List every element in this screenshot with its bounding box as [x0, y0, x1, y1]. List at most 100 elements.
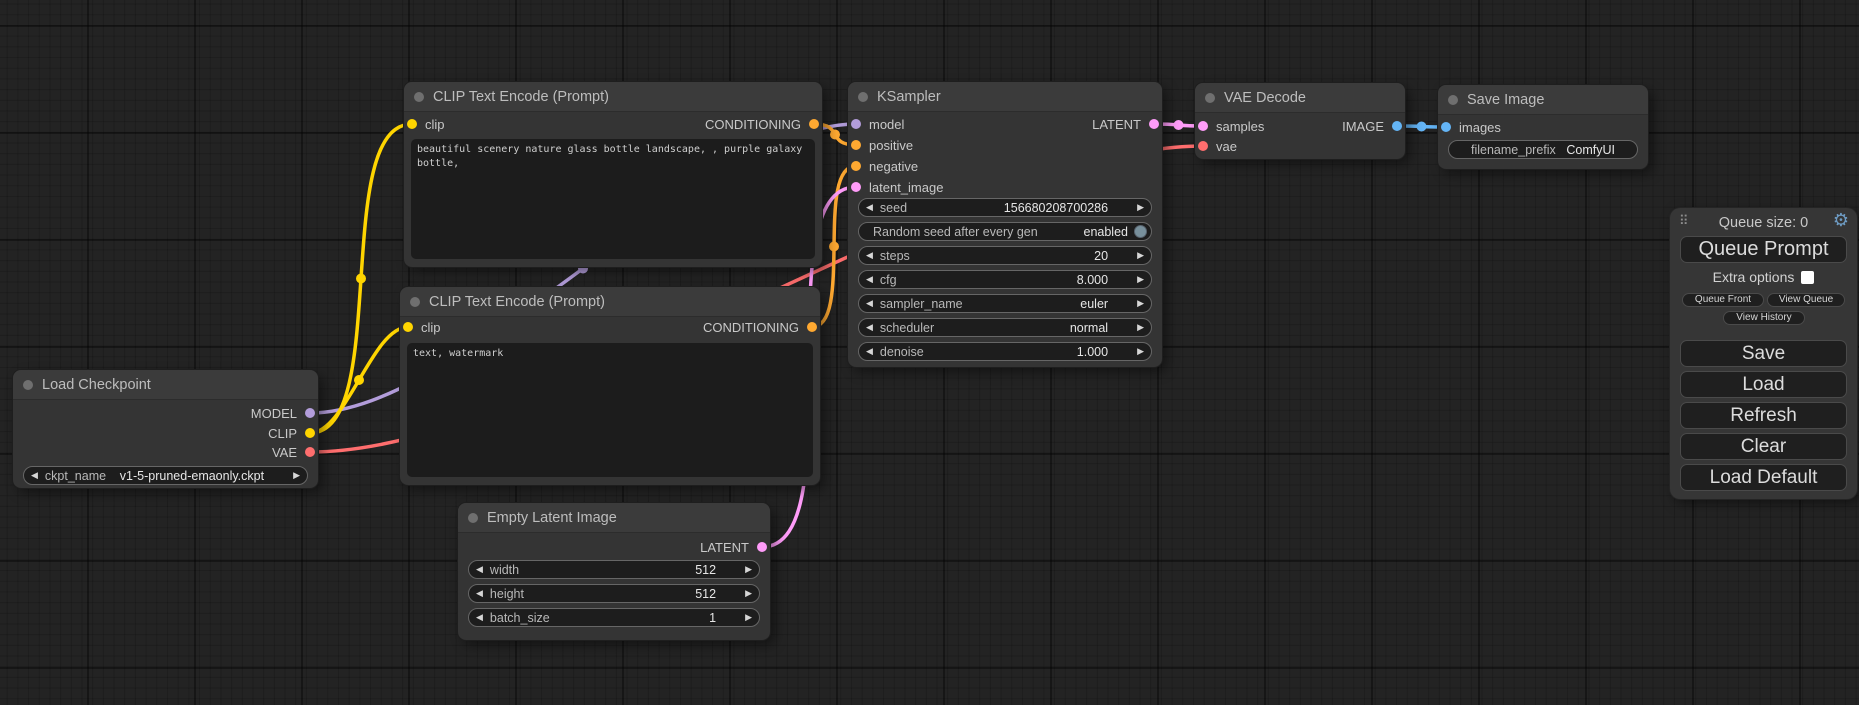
- decrement-arrow-icon[interactable]: ◀: [859, 247, 880, 264]
- widget-value[interactable]: 1: [709, 611, 716, 625]
- input-slot-latent-image[interactable]: [851, 182, 861, 192]
- input-slot-model[interactable]: [851, 119, 861, 129]
- gear-icon[interactable]: ⚙: [1833, 210, 1849, 231]
- output-slot-latent[interactable]: [757, 542, 767, 552]
- decrement-arrow-icon[interactable]: ◀: [469, 609, 490, 626]
- prompt-textarea[interactable]: beautiful scenery nature glass bottle la…: [411, 139, 815, 259]
- node-title-bar[interactable]: VAE Decode: [1195, 83, 1405, 113]
- increment-arrow-icon[interactable]: ▶: [286, 467, 307, 484]
- widget-value[interactable]: 1.000: [1077, 345, 1108, 359]
- ckpt-name-widget[interactable]: ◀ ckpt_name v1-5-pruned-emaonly.ckpt ▶: [23, 466, 308, 485]
- node-empty-latent-image[interactable]: Empty Latent Image LATENT ◀ width 512 ▶ …: [458, 503, 770, 640]
- view-history-button[interactable]: View History: [1723, 311, 1805, 325]
- decrement-arrow-icon[interactable]: ◀: [469, 561, 490, 578]
- increment-arrow-icon[interactable]: ▶: [1130, 271, 1151, 288]
- widget-value[interactable]: enabled: [1084, 225, 1129, 239]
- decrement-arrow-icon[interactable]: ◀: [469, 585, 490, 602]
- decrement-arrow-icon[interactable]: ◀: [859, 295, 880, 312]
- collapse-dot[interactable]: [858, 92, 868, 102]
- increment-arrow-icon[interactable]: ▶: [1130, 295, 1151, 312]
- extra-options-checkbox[interactable]: [1801, 271, 1814, 284]
- seed-widget[interactable]: ◀ seed 156680208700286 ▶: [858, 198, 1152, 217]
- widget-value[interactable]: normal: [1070, 321, 1108, 335]
- decrement-arrow-icon[interactable]: ◀: [859, 199, 880, 216]
- cfg-widget[interactable]: ◀ cfg 8.000 ▶: [858, 270, 1152, 289]
- decrement-arrow-icon[interactable]: ◀: [859, 319, 880, 336]
- increment-arrow-icon[interactable]: ▶: [1130, 343, 1151, 360]
- node-clip-text-encode-negative[interactable]: CLIP Text Encode (Prompt) clip CONDITION…: [400, 287, 820, 485]
- node-title-bar[interactable]: KSampler: [848, 82, 1162, 112]
- steps-widget[interactable]: ◀ steps 20 ▶: [858, 246, 1152, 265]
- output-slot-image[interactable]: [1392, 121, 1402, 131]
- node-title-bar[interactable]: CLIP Text Encode (Prompt): [404, 82, 822, 112]
- input-slot-clip[interactable]: [407, 119, 417, 129]
- node-save-image[interactable]: Save Image images filename_prefix ComfyU…: [1438, 85, 1648, 169]
- collapse-dot[interactable]: [468, 513, 478, 523]
- save-button[interactable]: Save: [1680, 340, 1847, 367]
- widget-value[interactable]: ComfyUI: [1566, 143, 1615, 157]
- input-slot-samples[interactable]: [1198, 121, 1208, 131]
- increment-arrow-icon[interactable]: ▶: [738, 561, 759, 578]
- output-slot-latent[interactable]: [1149, 119, 1159, 129]
- increment-arrow-icon[interactable]: ▶: [738, 585, 759, 602]
- input-slot-vae[interactable]: [1198, 141, 1208, 151]
- output-slot-clip[interactable]: [305, 428, 315, 438]
- queue-panel[interactable]: ⠿ Queue size: 0 ⚙ Queue Prompt Extra opt…: [1670, 208, 1857, 499]
- collapse-dot[interactable]: [23, 380, 33, 390]
- cond-negative-link-midpoint-dot: [829, 242, 839, 252]
- random-seed-widget[interactable]: Random seed after every gen enabled: [858, 222, 1152, 241]
- view-queue-button[interactable]: View Queue: [1767, 293, 1845, 307]
- widget-value[interactable]: euler: [1080, 297, 1108, 311]
- input-slot-negative[interactable]: [851, 161, 861, 171]
- node-title-bar[interactable]: Save Image: [1438, 85, 1648, 115]
- clip-link-positive-midpoint-dot: [356, 274, 366, 284]
- collapse-dot[interactable]: [1448, 95, 1458, 105]
- decrement-arrow-icon[interactable]: ◀: [859, 271, 880, 288]
- collapse-dot[interactable]: [410, 297, 420, 307]
- input-slot-positive[interactable]: [851, 140, 861, 150]
- node-ksampler[interactable]: KSampler model LATENT positive negative …: [848, 82, 1162, 367]
- queue-prompt-button[interactable]: Queue Prompt: [1680, 236, 1847, 263]
- widget-value[interactable]: 8.000: [1077, 273, 1108, 287]
- node-clip-text-encode-positive[interactable]: CLIP Text Encode (Prompt) clip CONDITION…: [404, 82, 822, 267]
- node-load-checkpoint[interactable]: Load Checkpoint MODEL CLIP VAE ◀ ckpt_na…: [13, 370, 318, 488]
- scheduler-widget[interactable]: ◀ scheduler normal ▶: [858, 318, 1152, 337]
- output-slot-conditioning[interactable]: [807, 322, 817, 332]
- input-slot-clip[interactable]: [403, 322, 413, 332]
- load-button[interactable]: Load: [1680, 371, 1847, 398]
- toggle-enabled-dot[interactable]: [1134, 225, 1147, 238]
- widget-value[interactable]: 156680208700286: [1004, 201, 1108, 215]
- comfyui-canvas[interactable]: { "icons": { "left_arrow": "◀", "right_a…: [0, 0, 1859, 705]
- node-vae-decode[interactable]: VAE Decode samples IMAGE vae: [1195, 83, 1405, 159]
- decrement-arrow-icon[interactable]: ◀: [24, 467, 45, 484]
- increment-arrow-icon[interactable]: ▶: [1130, 247, 1151, 264]
- widget-value[interactable]: 512: [695, 563, 716, 577]
- sampler-name-widget[interactable]: ◀ sampler_name euler ▶: [858, 294, 1152, 313]
- output-slot-model[interactable]: [305, 408, 315, 418]
- refresh-button[interactable]: Refresh: [1680, 402, 1847, 429]
- increment-arrow-icon[interactable]: ▶: [1130, 199, 1151, 216]
- batch-size-widget[interactable]: ◀ batch_size 1 ▶: [468, 608, 760, 627]
- node-title-bar[interactable]: CLIP Text Encode (Prompt): [400, 287, 820, 317]
- filename-prefix-widget[interactable]: filename_prefix ComfyUI: [1448, 140, 1638, 159]
- increment-arrow-icon[interactable]: ▶: [738, 609, 759, 626]
- queue-front-button[interactable]: Queue Front: [1682, 293, 1764, 307]
- widget-value[interactable]: v1-5-pruned-emaonly.ckpt: [120, 469, 264, 483]
- output-slot-vae[interactable]: [305, 447, 315, 457]
- collapse-dot[interactable]: [414, 92, 424, 102]
- collapse-dot[interactable]: [1205, 93, 1215, 103]
- output-slot-conditioning[interactable]: [809, 119, 819, 129]
- load-default-button[interactable]: Load Default: [1680, 464, 1847, 491]
- node-title-bar[interactable]: Empty Latent Image: [458, 503, 770, 533]
- prompt-textarea[interactable]: text, watermark: [407, 343, 813, 477]
- input-slot-images[interactable]: [1441, 122, 1451, 132]
- clear-button[interactable]: Clear: [1680, 433, 1847, 460]
- node-title-bar[interactable]: Load Checkpoint: [13, 370, 318, 400]
- denoise-widget[interactable]: ◀ denoise 1.000 ▶: [858, 342, 1152, 361]
- height-widget[interactable]: ◀ height 512 ▶: [468, 584, 760, 603]
- widget-value[interactable]: 20: [1094, 249, 1108, 263]
- width-widget[interactable]: ◀ width 512 ▶: [468, 560, 760, 579]
- decrement-arrow-icon[interactable]: ◀: [859, 343, 880, 360]
- widget-value[interactable]: 512: [695, 587, 716, 601]
- increment-arrow-icon[interactable]: ▶: [1130, 319, 1151, 336]
